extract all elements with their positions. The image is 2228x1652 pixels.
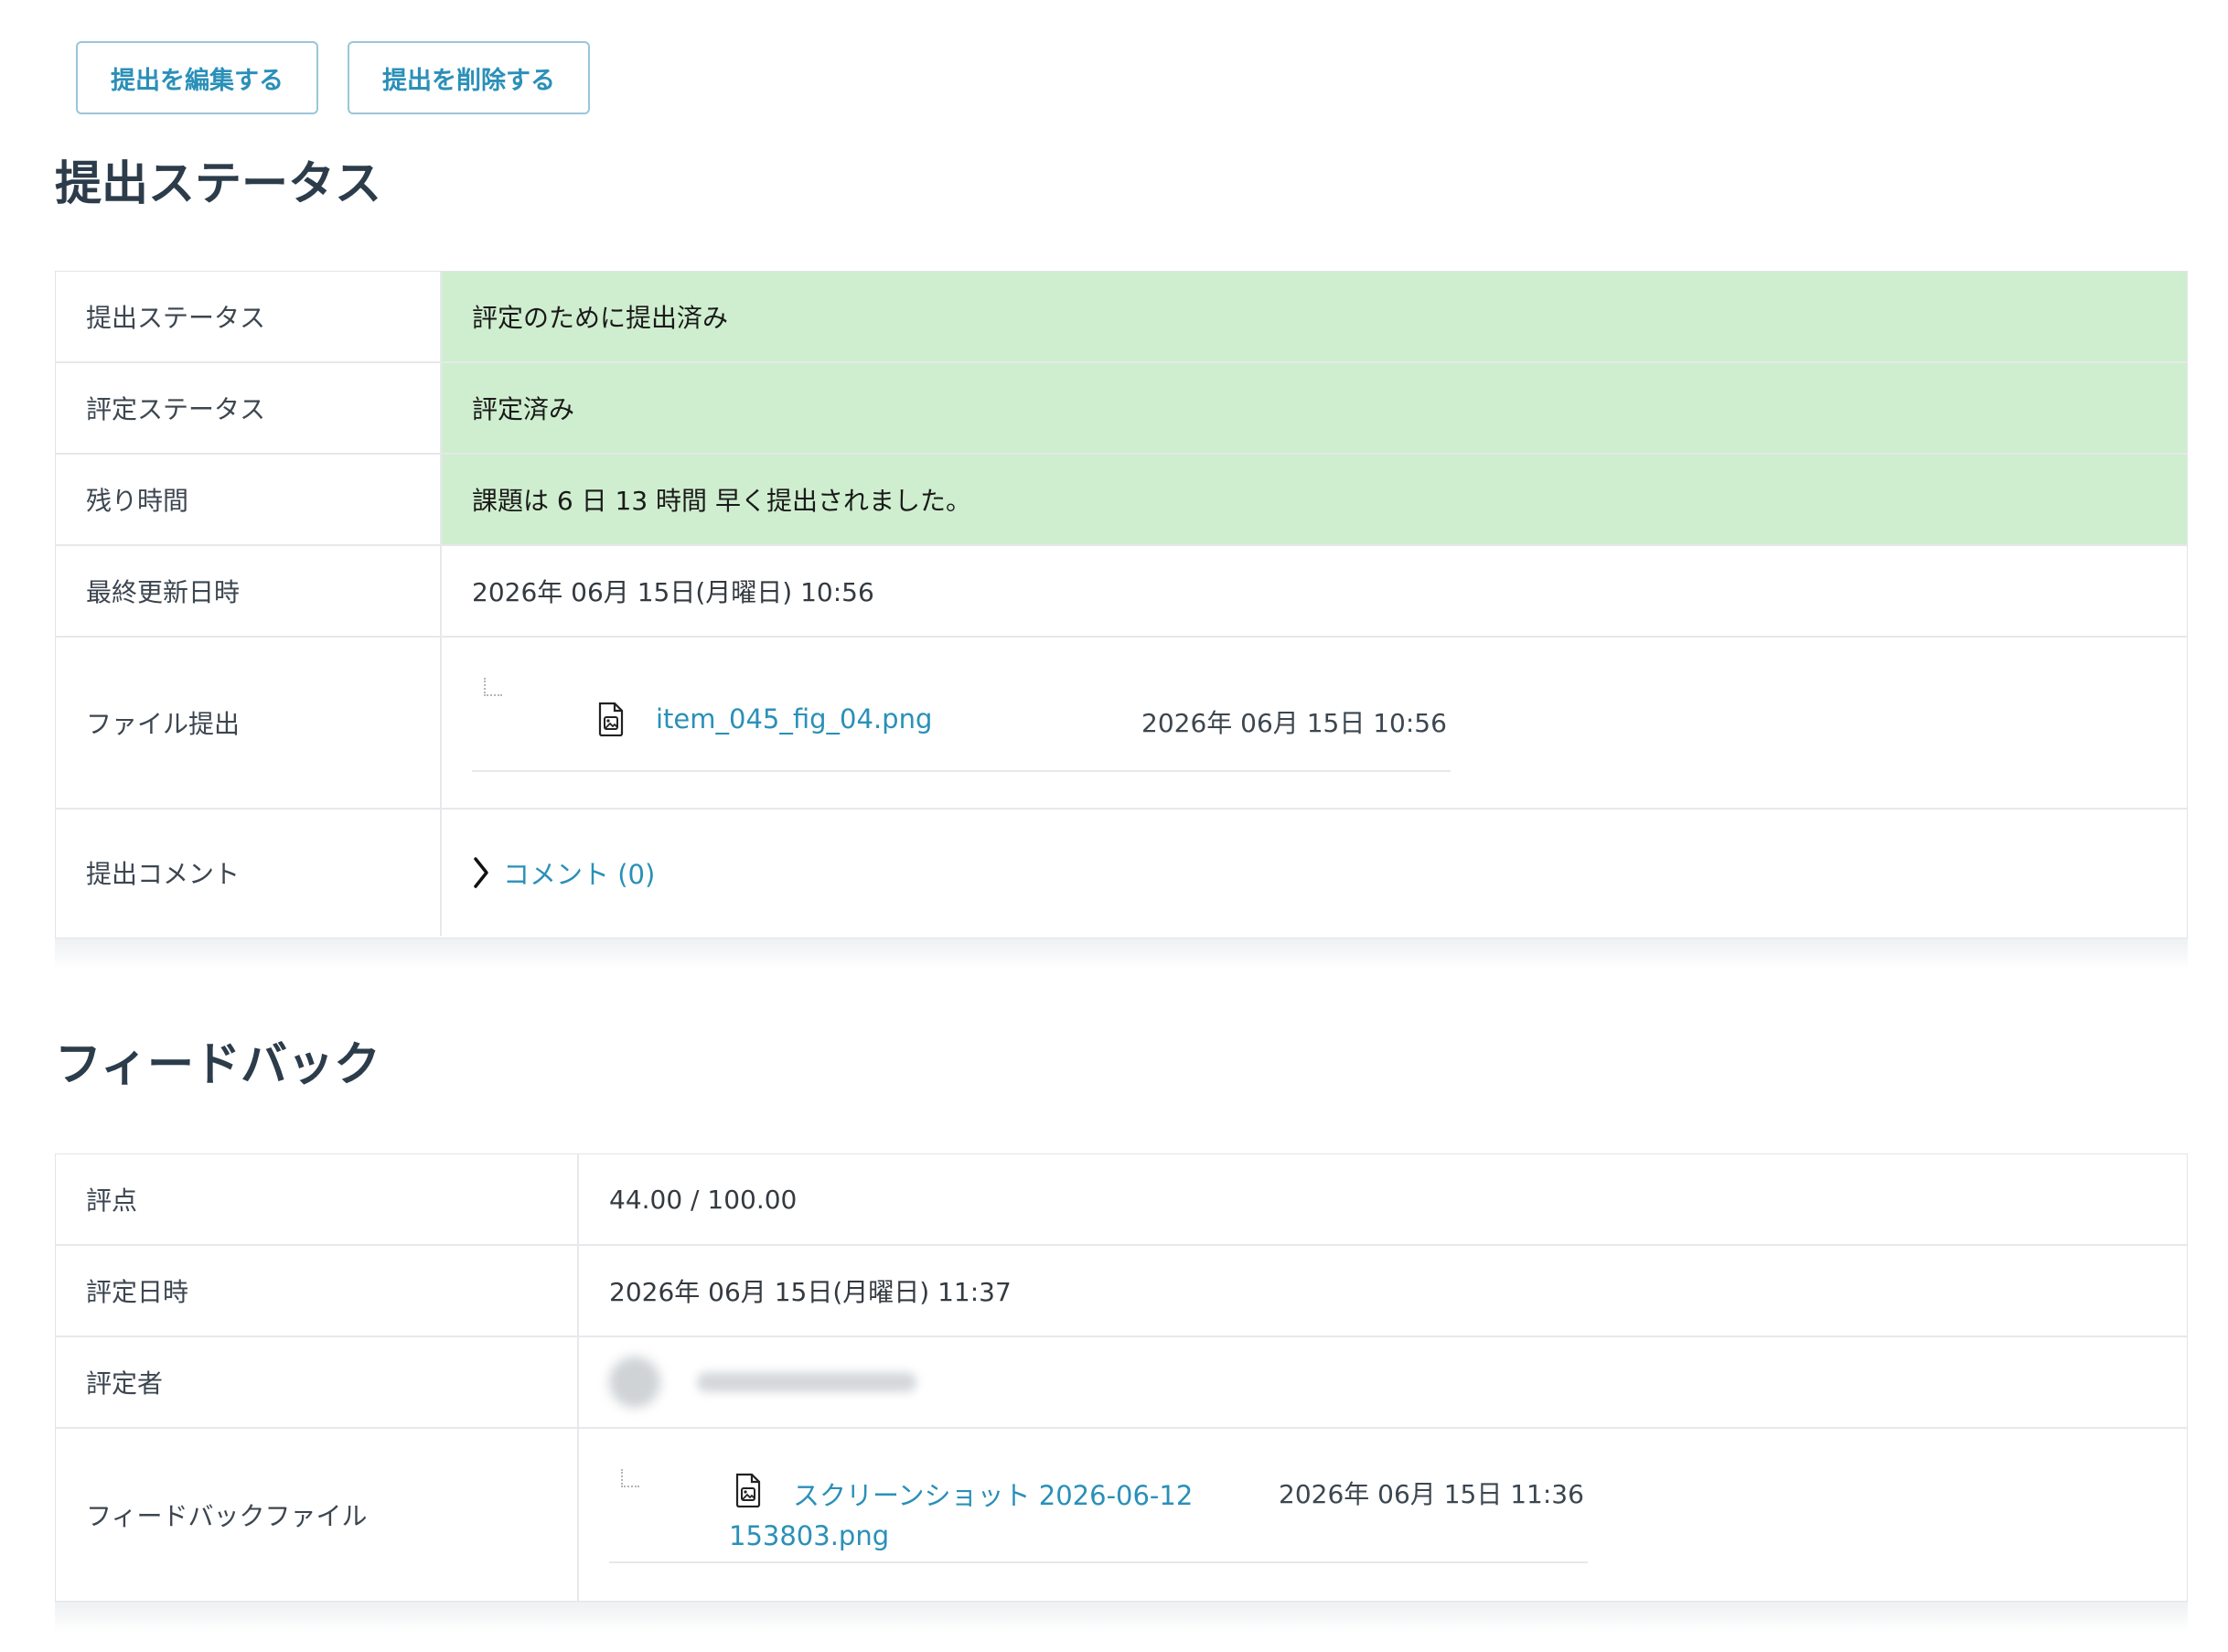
submission-actions: 提出を編集する 提出を削除する [76,41,590,114]
comments-link[interactable]: コメント (0) [503,853,655,892]
time-remaining-value: 課題は 6 日 13 時間 早く提出されました。 [442,455,2187,544]
table-row: 評定者 [56,1337,2187,1429]
feedback-files-value: スクリーンショット 2026-06-12 153803.png 2026年 06… [579,1429,2187,1601]
submission-status-heading: 提出ステータス [55,157,382,211]
table-row: フィードバックファイル スクリーンショット 2026-06-12 153803.… [56,1429,2187,1601]
table-row: 提出ステータス 評定のために提出済み [56,272,2187,363]
table-shadow [55,939,2188,970]
comments-toggle[interactable]: コメント (0) [472,853,655,892]
submission-status-value: 評定のために提出済み [442,272,2187,361]
grading-status-value: 評定済み [442,363,2187,453]
row-label: 提出コメント [56,810,442,936]
feedback-file-link[interactable]: スクリーンショット 2026-06-12 [793,1475,1193,1513]
submission-comments-value: コメント (0) [442,810,2187,936]
row-label: 評定者 [56,1337,579,1427]
file-date: 2026年 06月 15日 10:56 [1141,708,1447,738]
grader-name-redacted [697,1372,916,1392]
table-row: 評定ステータス 評定済み [56,363,2187,455]
feedback-table: 評点 44.00 / 100.00 評定日時 2026年 06月 15日(月曜日… [55,1153,2188,1602]
table-row: 提出コメント コメント (0) [56,810,2187,936]
divider [472,770,1451,772]
file-submission-value: item_045_fig_04.png 2026年 06月 15日 10:56 [442,638,2187,808]
file-tree: item_045_fig_04.png 2026年 06月 15日 10:56 [442,638,2187,808]
feedback-heading: フィードバック [55,1038,380,1092]
graded-on-value: 2026年 06月 15日(月曜日) 11:37 [609,1277,1012,1307]
file-tree: スクリーンショット 2026-06-12 153803.png 2026年 06… [579,1429,2187,1601]
row-label: 評定ステータス [56,363,442,453]
row-label: フィードバックファイル [56,1429,579,1601]
last-modified-value: 2026年 06月 15日(月曜日) 10:56 [472,577,874,607]
file-date: 2026年 06月 15日 11:36 [1279,1479,1584,1509]
submitted-file-link[interactable]: item_045_fig_04.png [656,703,932,735]
tree-branch-icon [621,1469,639,1487]
graded-by-value [579,1337,2187,1427]
page: 提出を編集する 提出を削除する 提出ステータス 提出ステータス 評定のために提出… [0,0,2228,1652]
row-label: 残り時間 [56,455,442,544]
row-label: 評定日時 [56,1246,579,1336]
divider [609,1561,1588,1563]
feedback-file-link-continued[interactable]: 153803.png [729,1520,889,1551]
table-shadow [55,1602,2188,1633]
image-file-icon [598,702,624,736]
table-row: 最終更新日時 2026年 06月 15日(月曜日) 10:56 [56,546,2187,638]
grader[interactable] [609,1357,916,1408]
chevron-right-icon [474,857,488,888]
image-file-icon [735,1473,761,1507]
row-label: ファイル提出 [56,638,442,808]
row-label: 最終更新日時 [56,546,442,636]
tree-branch-icon [484,678,502,696]
row-label: 提出ステータス [56,272,442,361]
table-row: 評点 44.00 / 100.00 [56,1154,2187,1246]
edit-submission-button[interactable]: 提出を編集する [76,41,318,114]
table-row: 評定日時 2026年 06月 15日(月曜日) 11:37 [56,1246,2187,1337]
submission-status-table: 提出ステータス 評定のために提出済み 評定ステータス 評定済み 残り時間 課題は… [55,271,2188,939]
grade-value: 44.00 / 100.00 [609,1184,798,1215]
delete-submission-button[interactable]: 提出を削除する [348,41,590,114]
table-row: ファイル提出 item_045_fig_04.png 2026年 06月 15日… [56,638,2187,810]
row-label: 評点 [56,1154,579,1244]
avatar [609,1357,660,1408]
table-row: 残り時間 課題は 6 日 13 時間 早く提出されました。 [56,455,2187,546]
